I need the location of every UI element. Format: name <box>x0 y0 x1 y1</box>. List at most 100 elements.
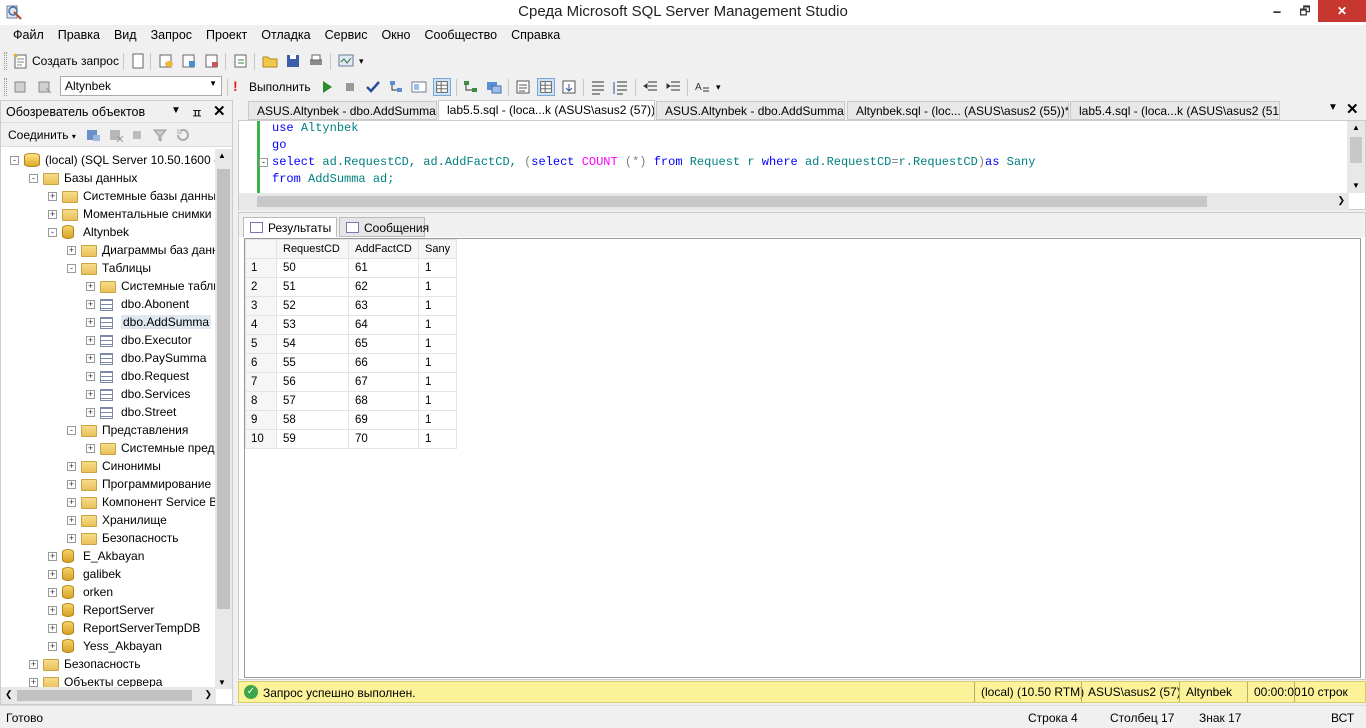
tree-horizontal-scrollbar[interactable]: ❮ ❯ <box>1 687 216 704</box>
results-to-file-icon[interactable] <box>560 78 578 96</box>
collapse-icon[interactable]: - <box>10 156 19 165</box>
tree-node[interactable]: + Системные табли <box>1 278 216 296</box>
row-number-header[interactable] <box>245 239 277 259</box>
tree-node[interactable]: + galibek <box>1 566 216 584</box>
panel-dropdown-icon[interactable]: ▼ <box>171 105 181 116</box>
table-cell[interactable]: 1 <box>418 429 457 449</box>
menu-debug[interactable]: Отладка <box>254 25 316 42</box>
tree-node[interactable]: + dbo.Executor <box>1 332 216 350</box>
menu-community[interactable]: Сообщество <box>418 25 504 42</box>
tab-lab5-4-sql[interactable]: lab5.4.sql - (loca...k (ASUS\asus2 (51)) <box>1070 101 1280 120</box>
tree-node[interactable]: + Системные базы данны <box>1 188 216 206</box>
table-cell[interactable]: 51 <box>276 277 349 297</box>
expand-icon[interactable]: + <box>48 606 57 615</box>
tree-node[interactable]: + Безопасность <box>1 656 216 674</box>
include-actual-plan-icon[interactable] <box>462 78 480 96</box>
collapse-icon[interactable]: - <box>48 228 57 237</box>
tree-node[interactable]: + dbo.Request <box>1 368 216 386</box>
tree-node[interactable]: - Представления <box>1 422 216 440</box>
table-row[interactable]: 1 50 61 1 <box>245 258 457 278</box>
table-cell[interactable]: 1 <box>418 315 457 335</box>
collapse-region-icon[interactable]: - <box>259 158 268 167</box>
toolbar-grip[interactable] <box>4 78 7 96</box>
tree-node[interactable]: + E_Akbayan <box>1 548 216 566</box>
new-file-icon[interactable] <box>129 52 147 70</box>
sql-editor[interactable]: use Altynbek go - select ad.RequestCD, a… <box>238 120 1366 210</box>
xmla-query-icon[interactable] <box>232 52 250 70</box>
table-row[interactable]: 10 59 70 1 <box>245 429 457 449</box>
scroll-up-icon[interactable]: ▲ <box>218 151 226 160</box>
restore-button[interactable]: 🗗 <box>1290 0 1320 22</box>
tree-node[interactable]: + Хранилище <box>1 512 216 530</box>
row-number[interactable]: 3 <box>245 296 277 316</box>
menu-help[interactable]: Справка <box>504 25 566 42</box>
table-cell[interactable]: 1 <box>418 277 457 297</box>
close-button[interactable]: ✕ <box>1318 0 1366 22</box>
menu-project[interactable]: Проект <box>199 25 253 42</box>
expand-icon[interactable]: + <box>86 300 95 309</box>
menu-tools[interactable]: Сервис <box>318 25 374 42</box>
results-grid-toggle-icon[interactable] <box>537 78 555 96</box>
table-cell[interactable]: 50 <box>276 258 349 278</box>
expand-icon[interactable]: + <box>86 408 95 417</box>
connect-button[interactable]: Соединить ▾ <box>8 128 76 142</box>
expand-icon[interactable]: + <box>48 192 57 201</box>
table-cell[interactable]: 54 <box>276 334 349 354</box>
table-cell[interactable]: 1 <box>418 296 457 316</box>
table-cell[interactable]: 61 <box>348 258 419 278</box>
scroll-down-icon[interactable]: ▼ <box>1352 181 1360 190</box>
table-cell[interactable]: 57 <box>276 391 349 411</box>
table-row[interactable]: 6 55 66 1 <box>245 353 457 373</box>
menu-window[interactable]: Окно <box>374 25 416 42</box>
tree-node[interactable]: - Базы данных <box>1 170 216 188</box>
row-number[interactable]: 9 <box>245 410 277 430</box>
scroll-up-icon[interactable]: ▲ <box>1352 123 1360 132</box>
editor-vertical-scrollbar[interactable]: ▲ ▼ <box>1347 121 1365 193</box>
row-number[interactable]: 5 <box>245 334 277 354</box>
table-cell[interactable]: 59 <box>276 429 349 449</box>
table-cell[interactable]: 62 <box>348 277 419 297</box>
results-to-grid-icon[interactable] <box>433 78 451 96</box>
scrollbar-thumb[interactable] <box>217 169 230 609</box>
open-file-icon[interactable] <box>261 52 279 70</box>
tab-altynbek-sql[interactable]: Altynbek.sql - (loc... (ASUS\asus2 (55))… <box>847 101 1069 120</box>
table-cell[interactable]: 53 <box>276 315 349 335</box>
table-cell[interactable]: 67 <box>348 372 419 392</box>
tree-node[interactable]: + Безопасность <box>1 530 216 548</box>
tree-node[interactable]: + dbo.Abonent <box>1 296 216 314</box>
table-row[interactable]: 2 51 62 1 <box>245 277 457 297</box>
parse-checkmark-icon[interactable] <box>364 78 382 96</box>
table-cell[interactable]: 63 <box>348 296 419 316</box>
print-icon[interactable] <box>307 52 325 70</box>
table-row[interactable]: 9 58 69 1 <box>245 410 457 430</box>
table-cell[interactable]: 65 <box>348 334 419 354</box>
tree-node[interactable]: + dbo.Services <box>1 386 216 404</box>
analysis-query-icon[interactable] <box>180 52 198 70</box>
expand-icon[interactable]: + <box>67 480 76 489</box>
expand-icon[interactable]: + <box>86 354 95 363</box>
tree-node[interactable]: + ReportServerTempDB <box>1 620 216 638</box>
expand-icon[interactable]: + <box>67 498 76 507</box>
table-cell[interactable]: 55 <box>276 353 349 373</box>
scroll-right-icon[interactable]: ❯ <box>204 689 212 700</box>
column-header[interactable]: Sany <box>418 239 457 259</box>
table-cell[interactable]: 70 <box>348 429 419 449</box>
expand-icon[interactable]: + <box>29 678 38 687</box>
uncomment-lines-icon[interactable] <box>612 78 630 96</box>
expand-icon[interactable]: + <box>48 552 57 561</box>
expand-icon[interactable]: + <box>48 210 57 219</box>
table-cell[interactable]: 69 <box>348 410 419 430</box>
expand-icon[interactable]: + <box>67 534 76 543</box>
filter-icon[interactable] <box>152 127 168 143</box>
scrollbar-thumb[interactable] <box>1350 137 1362 163</box>
table-cell[interactable]: 58 <box>276 410 349 430</box>
decrease-indent-icon[interactable] <box>641 78 659 96</box>
tree-node[interactable]: + orken <box>1 584 216 602</box>
toolbar-overflow-icon[interactable]: ▾ <box>716 82 726 98</box>
tree-node[interactable]: + dbo.Street <box>1 404 216 422</box>
row-number[interactable]: 8 <box>245 391 277 411</box>
editor-horizontal-scrollbar[interactable]: ❯ <box>239 193 1349 210</box>
debug-play-icon[interactable] <box>318 78 336 96</box>
tree-node[interactable]: + Синонимы <box>1 458 216 476</box>
table-row[interactable]: 4 53 64 1 <box>245 315 457 335</box>
